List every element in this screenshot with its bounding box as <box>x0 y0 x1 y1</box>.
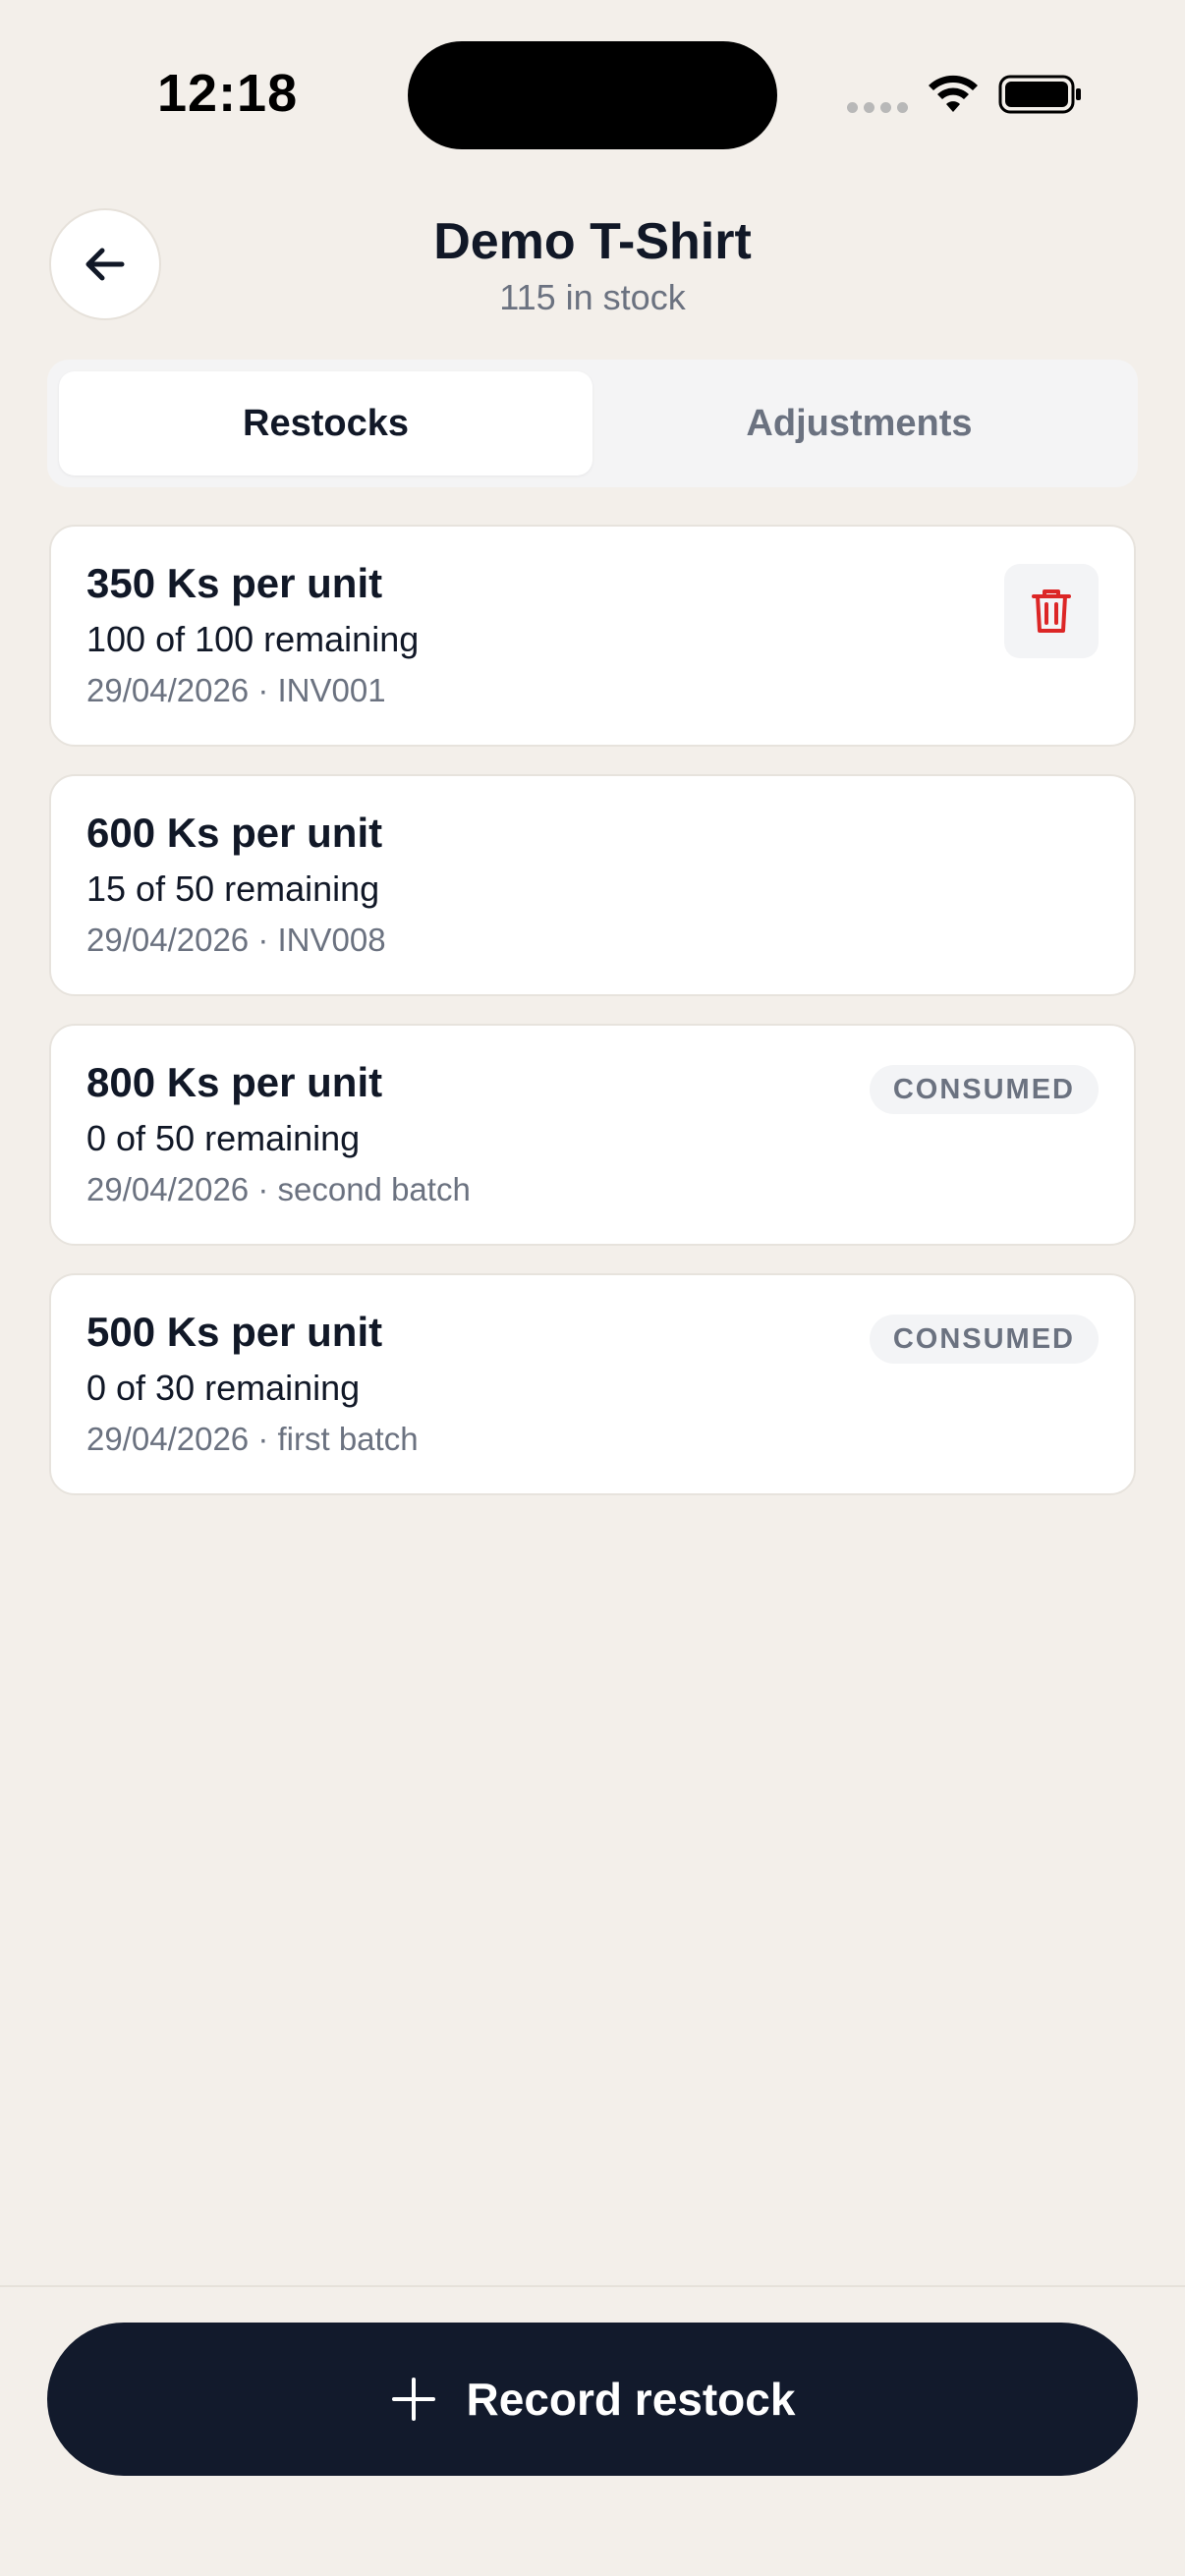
wifi-icon <box>929 75 978 112</box>
dynamic-island <box>408 41 777 149</box>
restock-meta: 29/04/2026 · first batch <box>86 1421 419 1457</box>
restock-price: 600 Ks per unit <box>86 810 383 856</box>
restock-remaining: 15 of 50 remaining <box>86 868 380 909</box>
restock-remaining: 0 of 50 remaining <box>86 1118 361 1158</box>
restock-card[interactable]: 350 Ks per unit 100 of 100 remaining 29/… <box>49 525 1136 747</box>
stock-count: 115 in stock <box>499 277 686 317</box>
restock-meta: 29/04/2026 · second batch <box>86 1171 471 1207</box>
status-time: 12:18 <box>157 64 299 123</box>
tab-restocks[interactable]: Restocks <box>59 371 592 476</box>
restock-remaining: 0 of 30 remaining <box>86 1368 361 1408</box>
segmented-tabs: Restocks Adjustments <box>47 360 1138 487</box>
restock-meta: 29/04/2026 · INV001 <box>86 672 386 708</box>
plus-icon <box>391 2378 435 2421</box>
restock-meta: 29/04/2026 · INV008 <box>86 922 386 958</box>
bottom-divider <box>0 2285 1185 2287</box>
consumed-badge: CONSUMED <box>869 1065 1099 1114</box>
record-restock-button[interactable]: Record restock <box>47 2323 1138 2476</box>
restock-price: 800 Ks per unit <box>86 1059 383 1105</box>
consumed-badge: CONSUMED <box>869 1315 1099 1364</box>
cellular-signal-icon <box>847 102 908 113</box>
battery-icon <box>998 75 1081 114</box>
page-title: Demo T-Shirt <box>433 213 752 270</box>
restock-price: 500 Ks per unit <box>86 1309 383 1355</box>
restock-card[interactable]: 600 Ks per unit 15 of 50 remaining 29/04… <box>49 774 1136 996</box>
record-restock-label: Record restock <box>466 2374 796 2425</box>
restock-card[interactable]: 500 Ks per unit 0 of 30 remaining 29/04/… <box>49 1273 1136 1495</box>
restock-remaining: 100 of 100 remaining <box>86 619 420 659</box>
restock-card[interactable]: 800 Ks per unit 0 of 50 remaining 29/04/… <box>49 1024 1136 1246</box>
tab-adjustments[interactable]: Adjustments <box>592 371 1126 476</box>
delete-button[interactable] <box>1004 564 1099 658</box>
restock-list: 350 Ks per unit 100 of 100 remaining 29/… <box>49 525 1136 1523</box>
restock-price: 350 Ks per unit <box>86 560 383 606</box>
trash-icon <box>1032 589 1071 633</box>
